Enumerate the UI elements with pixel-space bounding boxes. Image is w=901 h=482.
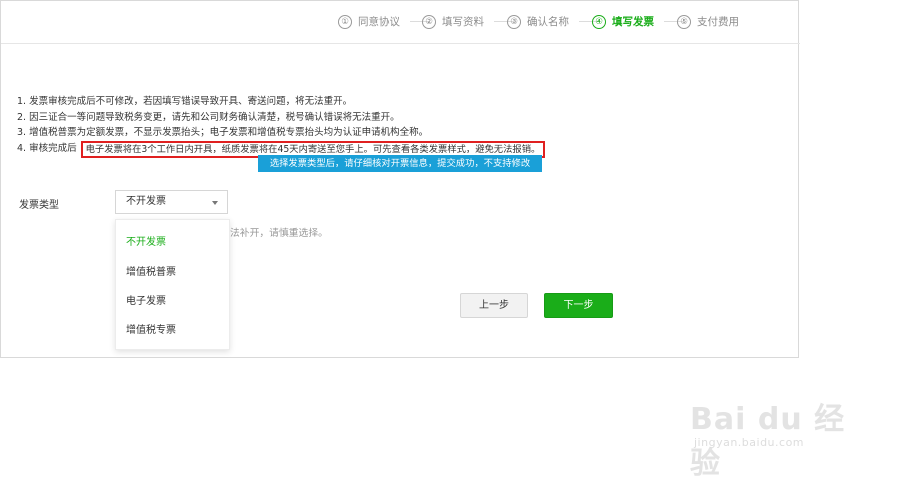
step-confirm-name: ③ 确认名称 bbox=[507, 14, 599, 29]
note-line: 3. 增值税普票为定额发票，不显示发票抬头；电子发票和增值税专票抬头均为认证申请… bbox=[17, 127, 429, 138]
option-no-invoice[interactable]: 不开发票 bbox=[126, 233, 166, 248]
prev-button[interactable]: 上一步 bbox=[460, 293, 528, 318]
invoice-hint: 法补开，请慎重选择。 bbox=[230, 228, 328, 239]
step-number: ④ bbox=[592, 14, 606, 29]
baidu-watermark: Bai du 经验 jingyan.baidu.com bbox=[690, 394, 870, 481]
step-fill-info: ② 填写资料 bbox=[422, 14, 514, 29]
step-number: ① bbox=[338, 14, 352, 29]
invoice-notes: 1. 发票审核完成后不可修改，若因填写错误导致开具、寄送问题，将无法重开。 2.… bbox=[17, 94, 546, 158]
step-payment: ⑤ 支付费用 bbox=[677, 14, 739, 29]
caret-down-icon bbox=[212, 201, 218, 205]
step-label: 填写发票 bbox=[612, 16, 654, 28]
step-number: ② bbox=[422, 14, 436, 29]
step-number: ③ bbox=[507, 14, 521, 29]
note-line: 2. 因三证合一等问题导致税务变更，请先和公司财务确认清楚，税号确认错误将无法重… bbox=[17, 111, 400, 123]
next-button[interactable]: 下一步 bbox=[544, 293, 613, 318]
option-vat-special[interactable]: 增值税专票 bbox=[126, 321, 176, 336]
step-fill-invoice: ④ 填写发票 bbox=[592, 14, 684, 29]
watermark-url: jingyan.baidu.com bbox=[694, 436, 805, 449]
step-label: 同意协议 bbox=[358, 16, 400, 28]
step-label: 填写资料 bbox=[442, 16, 484, 28]
invoice-type-dropdown: 不开发票 增值税普票 电子发票 增值税专票 bbox=[115, 219, 230, 350]
tip-banner: 选择发票类型后，请仔细核对开票信息，提交成功，不支持修改 bbox=[258, 155, 542, 172]
step-agree: ① 同意协议 bbox=[338, 14, 430, 29]
step-number: ⑤ bbox=[677, 14, 691, 29]
step-label: 支付费用 bbox=[697, 16, 739, 28]
invoice-panel: ① 同意协议 ② 填写资料 ③ 确认名称 ④ 填写发票 ⑤ 支付费用 1. 发票… bbox=[0, 0, 800, 358]
select-value: 不开发票 bbox=[126, 196, 166, 207]
note-prefix: 4. 审核完成后 bbox=[17, 143, 77, 155]
invoice-type-label: 发票类型 bbox=[19, 200, 59, 211]
invoice-type-select[interactable]: 不开发票 bbox=[115, 190, 228, 214]
option-vat-normal[interactable]: 增值税普票 bbox=[126, 263, 176, 278]
progress-steps: ① 同意协议 ② 填写资料 ③ 确认名称 ④ 填写发票 ⑤ 支付费用 bbox=[1, 1, 800, 44]
step-label: 确认名称 bbox=[527, 16, 569, 28]
note-line: 1. 发票审核完成后不可修改，若因填写错误导致开具、寄送问题，将无法重开。 bbox=[17, 96, 353, 107]
option-electronic[interactable]: 电子发票 bbox=[126, 292, 166, 307]
